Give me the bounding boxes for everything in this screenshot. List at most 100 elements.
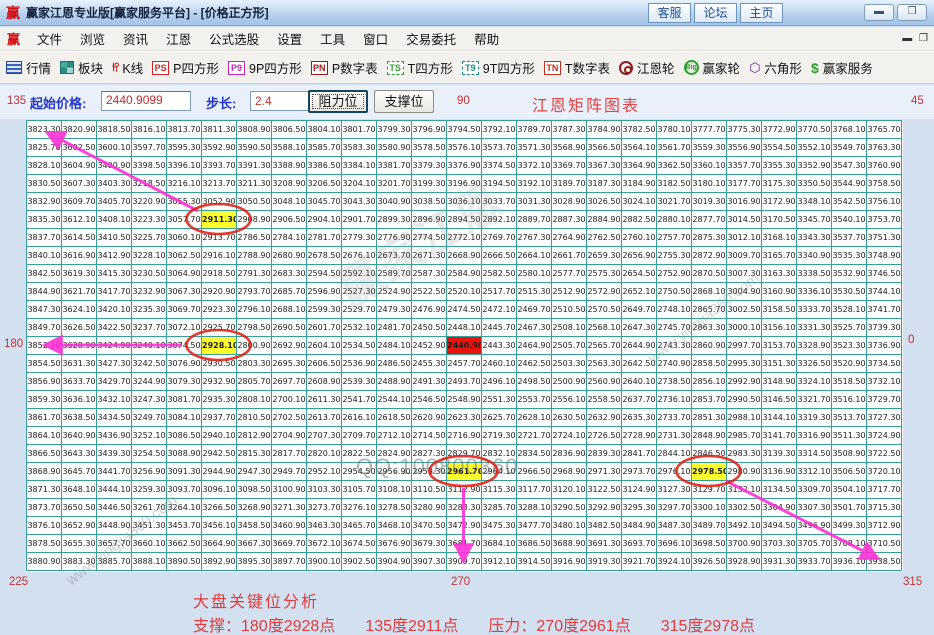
matrix-cell: 3091.30 <box>166 462 202 481</box>
matrix-cell: 3734.50 <box>866 354 902 373</box>
matrix-cell: 3338.50 <box>796 264 832 283</box>
customer-service-button[interactable]: 客服 <box>648 3 691 23</box>
toolbar-item-K线[interactable]: ⫮⫯ K线 <box>112 58 143 77</box>
matrix-cell: 3364.90 <box>621 156 657 175</box>
matrix-cell: 3324.10 <box>796 372 832 391</box>
matrix-cell: 3067.30 <box>166 282 202 301</box>
matrix-cell: 2836.90 <box>551 444 587 463</box>
menu-item-公式选股[interactable]: 公式选股 <box>200 31 268 49</box>
menu-item-交易委托[interactable]: 交易委托 <box>397 31 465 49</box>
homepage-button[interactable]: 主页 <box>740 3 783 23</box>
sector-blocks-icon <box>60 61 75 74</box>
matrix-cell: 3396.10 <box>166 156 202 175</box>
menu-item-设置[interactable]: 设置 <box>268 31 311 49</box>
matrix-cell: 2856.10 <box>691 372 727 391</box>
matrix-cell: 3936.10 <box>831 552 867 571</box>
matrix-cell: 3736.90 <box>866 336 902 355</box>
matrix-cell: 2659.30 <box>586 246 622 265</box>
matrix-cell: 2824.90 <box>376 444 412 463</box>
matrix-cell: 3124.90 <box>621 480 657 499</box>
toolbar-item-T四方形[interactable]: TS T四方形 <box>386 58 453 77</box>
toolbar-item-赢家轮[interactable]: Big 赢家轮 <box>683 58 740 77</box>
matrix-cell: 3045.70 <box>306 192 342 211</box>
forum-button[interactable]: 论坛 <box>694 3 737 23</box>
matrix-cell: 2462.50 <box>516 354 552 373</box>
matrix-cell: 3751.30 <box>866 228 902 247</box>
menu-item-文件[interactable]: 文件 <box>28 31 71 49</box>
toolbar-item-9T四方形[interactable]: T9 9T四方形 <box>461 58 535 77</box>
degree-label-0: 0 <box>908 334 915 346</box>
matrix-cell: 2572.90 <box>586 282 622 301</box>
matrix-cell: 3825.70 <box>26 138 62 157</box>
matrix-cell: 3547.30 <box>831 156 867 175</box>
matrix-cell: 2829.70 <box>446 444 482 463</box>
matrix-cell: 3381.70 <box>376 156 412 175</box>
matrix-cell: 2707.30 <box>306 426 342 445</box>
toolbar-item-行情[interactable]: 行情 <box>6 58 51 77</box>
matrix-cell: 2625.70 <box>481 408 517 427</box>
degree-label-90: 90 <box>457 95 470 107</box>
start-price-input[interactable]: 2440.9099 <box>101 91 191 111</box>
matrix-cell: 3770.50 <box>796 120 832 139</box>
restore-button[interactable]: ❐ <box>897 4 927 21</box>
matrix-cell: 3273.70 <box>306 498 342 517</box>
toolbar-item-六角形[interactable]: ⬡ 六角形 <box>749 58 802 77</box>
matrix-cell: 3206.50 <box>306 174 342 193</box>
matrix-cell: 3487.30 <box>656 516 692 535</box>
toolbar-item-P四方形[interactable]: PS P四方形 <box>152 58 219 77</box>
matrix-cell: 2556.10 <box>551 390 587 409</box>
winner-wheel-icon: Big <box>683 60 699 75</box>
toolbar-item-9P四方形[interactable]: P9 9P四方形 <box>228 58 302 77</box>
matrix-cell: 3583.30 <box>341 138 377 157</box>
start-price-label: 起始价格: <box>30 96 87 111</box>
matrix-cell: 2923.30 <box>201 300 237 319</box>
menu-item-江恩[interactable]: 江恩 <box>157 31 200 49</box>
matrix-cell: 2623.30 <box>446 408 482 427</box>
matrix-cell: 3590.50 <box>236 138 272 157</box>
mdi-window-icons[interactable]: ▬ ❐ <box>902 33 930 44</box>
degree-label-315: 315 <box>903 576 923 588</box>
matrix-cell: 3146.50 <box>761 390 797 409</box>
matrix-cell: 3933.70 <box>796 552 832 571</box>
matrix-cell: 3554.50 <box>761 138 797 157</box>
matrix-cell: 2983.30 <box>726 444 762 463</box>
menu-item-浏览[interactable]: 浏览 <box>71 31 114 49</box>
matrix-cell: 2937.70 <box>201 408 237 427</box>
menu-item-资讯[interactable]: 资讯 <box>114 31 157 49</box>
matrix-cell: 2956.90 <box>376 462 412 481</box>
menu-item-窗口[interactable]: 窗口 <box>354 31 397 49</box>
toolbar-item-P数字表[interactable]: PN P数字表 <box>310 58 378 77</box>
matrix-cell: 3727.30 <box>866 408 902 427</box>
matrix-cell: 2964.10 <box>481 462 517 481</box>
matrix-cell: 3516.10 <box>831 390 867 409</box>
matrix-cell: 3259.30 <box>131 480 167 499</box>
matrix-cell: 2966.50 <box>516 462 552 481</box>
matrix-cell: 3350.50 <box>796 174 832 193</box>
matrix-cell: 3117.70 <box>516 480 552 499</box>
toolbar-item-江恩轮[interactable]: 江恩轮 <box>619 58 675 77</box>
menu-item-帮助[interactable]: 帮助 <box>465 31 508 49</box>
support-button[interactable]: 支撑位 <box>374 90 434 113</box>
menu-item-工具[interactable]: 工具 <box>311 31 354 49</box>
matrix-cell: 3400.90 <box>96 156 132 175</box>
toolbar-item-板块[interactable]: 板块 <box>60 58 103 77</box>
matrix-cell: 2700.10 <box>271 390 307 409</box>
matrix-cell: 3460.90 <box>271 516 307 535</box>
minimize-button[interactable]: ▬ <box>864 4 894 21</box>
matrix-cell: 3542.50 <box>831 192 867 211</box>
toolbar-item-赢家服务[interactable]: $ 赢家服务 <box>811 58 873 77</box>
matrix-cell: 2512.90 <box>551 282 587 301</box>
matrix-cell: 3612.10 <box>61 210 97 229</box>
matrix-cell: 2464.90 <box>516 336 552 355</box>
toolbar-item-T数字表[interactable]: TN T数字表 <box>543 58 610 77</box>
matrix-cell: 2688.10 <box>271 300 307 319</box>
matrix-cell: 2752.90 <box>656 264 692 283</box>
key-level-text: 135度2911点 <box>365 618 459 635</box>
resistance-button[interactable]: 阻力位 <box>308 90 368 113</box>
matrix-cell: 3223.30 <box>131 210 167 229</box>
matrix-cell: 2841.70 <box>621 444 657 463</box>
matrix-cell: 3523.30 <box>831 336 867 355</box>
matrix-cell: 2589.70 <box>376 264 412 283</box>
matrix-cell: 3266.50 <box>201 498 237 517</box>
matrix-cell: 2685.70 <box>271 282 307 301</box>
